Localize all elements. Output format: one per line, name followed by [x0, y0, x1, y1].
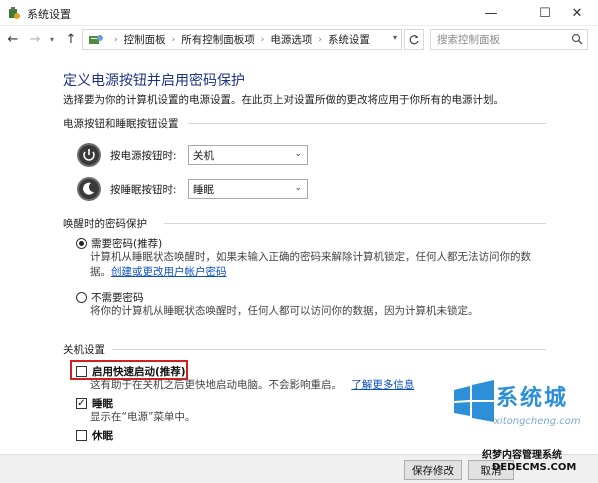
watermark-url: xitongcheng.com [494, 416, 581, 427]
watermark-title: 系统城 [496, 385, 569, 411]
breadcrumb-control-panel[interactable]: 控制面板 [124, 32, 166, 47]
windows-logo-icon [454, 380, 494, 422]
hibernate-option[interactable]: 休眠 [76, 428, 113, 443]
watermark-cms-url: DEDECMS.COM [492, 462, 577, 473]
address-bar[interactable]: › 控制面板 › 所有控制面板项 › 电源选项 › 系统设置 ▾ [82, 29, 402, 50]
wake-password-heading: 唤醒时的密码保护 [63, 218, 147, 230]
breadcrumb-separator-icon: › [171, 34, 176, 45]
power-button-setting: 按电源按钮时: 关机 ⌄ [76, 142, 308, 168]
sleep-button-label: 按睡眠按钮时: [110, 183, 177, 196]
sleep-checkbox[interactable]: ✓ [76, 398, 87, 409]
power-button-selected-value: 关机 [193, 149, 214, 162]
no-password-description: 将你的计算机从睡眠状态唤醒时，任何人都可以访问你的数据，因为计算机未锁定。 [90, 305, 479, 317]
section-divider [164, 223, 546, 224]
sleep-button-setting: 按睡眠按钮时: 睡眠 ⌄ [76, 176, 308, 202]
save-changes-button[interactable]: 保存修改 [404, 460, 462, 480]
sleep-button-icon [77, 177, 101, 201]
page-description: 选择要为你的计算机设置的电源设置。在此页上对设置所做的更改将应用于你所有的电源计… [63, 94, 504, 106]
refresh-icon [409, 34, 419, 44]
title-bar: 系统设置 — ☐ ✕ [0, 0, 598, 26]
search-box[interactable] [430, 29, 588, 50]
sleep-option[interactable]: ✓ 睡眠 [76, 396, 113, 411]
sleep-description: 显示在“电源”菜单中。 [90, 411, 196, 423]
back-button[interactable]: ← [4, 29, 22, 49]
sleep-button-selected-value: 睡眠 [193, 183, 214, 196]
learn-more-link[interactable]: 了解更多信息 [351, 379, 414, 391]
require-password-desc-end: 据。 [90, 266, 111, 278]
breadcrumb-separator-icon: › [260, 34, 265, 45]
watermark-cms-title: 织梦内容管理系统 [482, 450, 562, 461]
shutdown-settings-heading: 关机设置 [63, 344, 105, 356]
hibernate-checkbox[interactable] [76, 430, 87, 441]
power-buttons-heading: 电源按钮和睡眠按钮设置 [63, 118, 179, 130]
close-button[interactable]: ✕ [556, 0, 598, 26]
power-button-label: 按电源按钮时: [110, 149, 177, 162]
require-password-description: 计算机从睡眠状态唤醒时，如果未输入正确的密码来解除计算机锁定，任何人都无法访问你… [90, 250, 531, 280]
site-watermark: 系统城 xitongcheng.com [446, 378, 596, 448]
require-password-radio[interactable] [76, 238, 87, 249]
require-password-desc-line1: 计算机从睡眠状态唤醒时，如果未输入正确的密码来解除计算机锁定，任何人都无法访问你… [90, 251, 531, 263]
recent-locations-chevron-icon[interactable]: ▾ [46, 29, 58, 49]
sleep-button-select[interactable]: 睡眠 ⌄ [188, 179, 308, 199]
chevron-down-icon: ⌄ [294, 183, 302, 193]
require-password-desc-line2: 据。创建或更改用户帐户密码 [90, 265, 531, 280]
search-icon[interactable] [571, 33, 583, 48]
require-password-option[interactable]: 需要密码(推荐) [76, 236, 162, 251]
power-button-icon [77, 143, 101, 167]
address-dropdown-chevron-icon[interactable]: ▾ [393, 33, 397, 42]
section-divider [188, 123, 546, 124]
search-input[interactable] [437, 33, 563, 46]
breadcrumb-all-items[interactable]: 所有控制面板项 [181, 32, 255, 47]
create-password-link[interactable]: 创建或更改用户帐户密码 [111, 266, 227, 278]
breadcrumb-separator-icon: › [318, 34, 322, 45]
fast-startup-highlight [70, 360, 188, 380]
no-password-label[interactable]: 不需要密码 [91, 290, 144, 305]
breadcrumb-separator-icon: › [114, 34, 118, 45]
control-panel-icon [88, 33, 104, 47]
breadcrumb-system-settings[interactable]: 系统设置 [328, 32, 370, 47]
sleep-label[interactable]: 睡眠 [92, 396, 113, 411]
window-title: 系统设置 [27, 8, 71, 21]
refresh-button[interactable] [404, 29, 424, 50]
power-options-icon [7, 6, 21, 20]
fast-startup-description: 这有助于在关机之后更快地启动电脑。不会影响重启。 了解更多信息 [90, 378, 414, 393]
no-password-option[interactable]: 不需要密码 [76, 290, 144, 305]
no-password-radio[interactable] [76, 292, 87, 303]
power-button-select[interactable]: 关机 ⌄ [188, 145, 308, 165]
section-divider [112, 349, 546, 350]
require-password-label[interactable]: 需要密码(推荐) [91, 236, 162, 251]
fast-startup-desc-text: 这有助于在关机之后更快地启动电脑。不会影响重启。 [90, 379, 342, 391]
minimize-button[interactable]: — [470, 0, 512, 26]
forward-button[interactable]: → [26, 29, 44, 49]
chevron-down-icon: ⌄ [294, 149, 302, 159]
hibernate-label[interactable]: 休眠 [92, 428, 113, 443]
navigation-bar: ← → ▾ ↑ › 控制面板 › 所有控制面板项 › 电源选项 › 系统设置 ▾ [0, 26, 598, 52]
up-button[interactable]: ↑ [62, 29, 80, 49]
page-title: 定义电源按钮并启用密码保护 [63, 73, 245, 89]
breadcrumb-power-options[interactable]: 电源选项 [270, 32, 312, 47]
